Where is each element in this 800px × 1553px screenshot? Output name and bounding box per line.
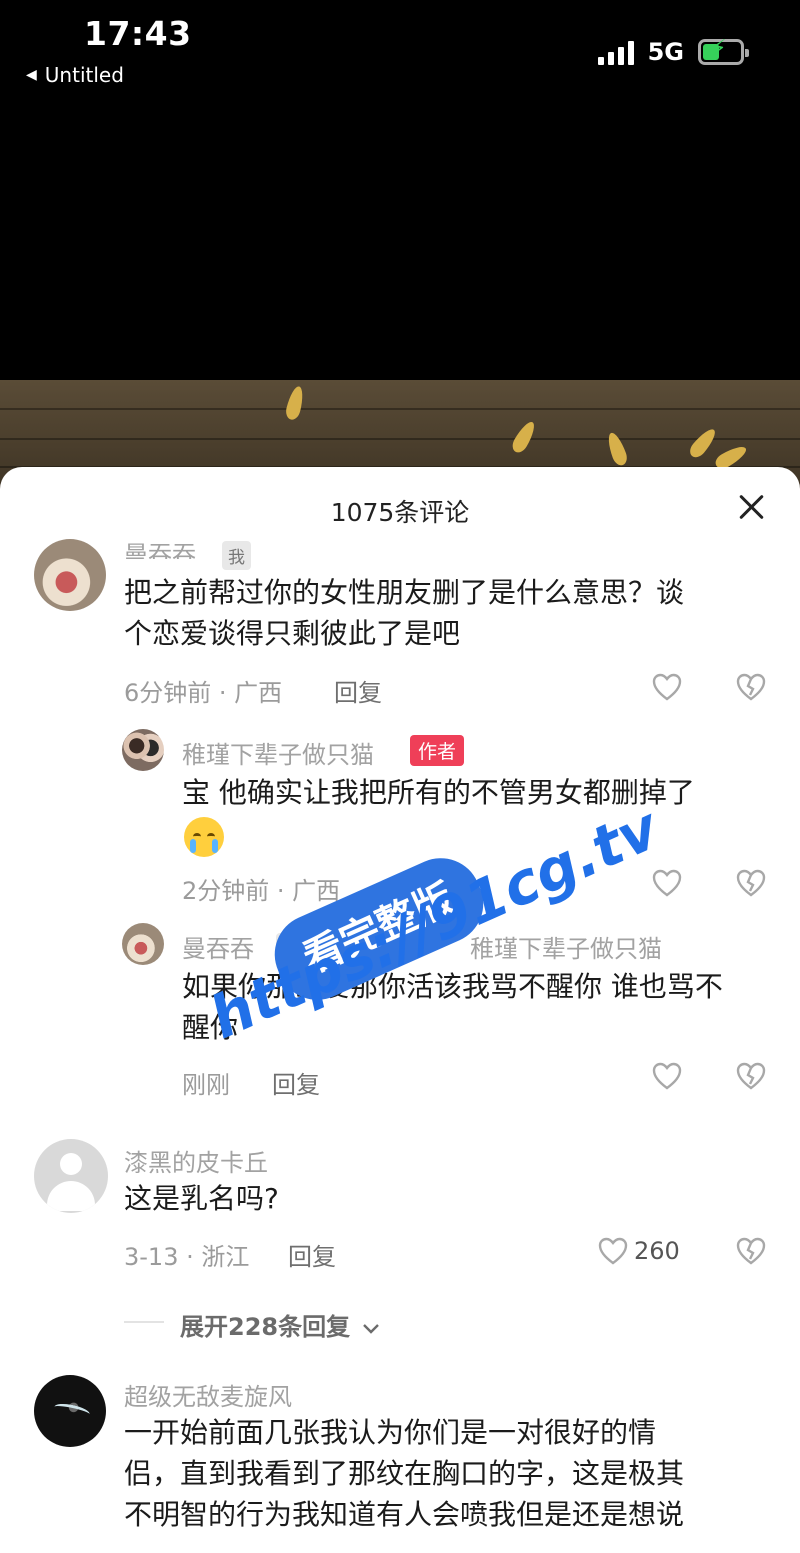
comment-count-title: 1075条评论 bbox=[330, 498, 470, 527]
comment-meta: 刚刚 bbox=[182, 1071, 230, 1099]
avatar[interactable] bbox=[34, 1375, 106, 1447]
crying-emoji-icon bbox=[184, 817, 224, 857]
avatar[interactable] bbox=[34, 539, 106, 611]
heart-icon[interactable] bbox=[652, 673, 682, 701]
comment-meta: 3-13 · 浙江 bbox=[124, 1243, 250, 1271]
comment-text: 侣，直到我看到了那纹在胸口的字，这是极其 bbox=[124, 1457, 685, 1490]
expand-divider bbox=[124, 1321, 164, 1323]
comment-text: 把之前帮过你的女性朋友删了是什么意思？谈 bbox=[124, 576, 685, 609]
avatar[interactable] bbox=[34, 1139, 108, 1213]
status-indicators: 5G ⚡ bbox=[597, 38, 749, 66]
comment-text: 这是乳名吗? bbox=[124, 1182, 279, 1215]
chevron-down-icon bbox=[363, 1324, 380, 1334]
screen: 17:43 ◀ Untitled 5G ⚡ 1075条评论 曼吞吞 我 把之前帮 bbox=[0, 0, 800, 1553]
avatar[interactable] bbox=[122, 923, 164, 965]
network-label: 5G bbox=[647, 38, 684, 66]
reply-to-username[interactable]: 稚瑾下辈子做只猫 bbox=[470, 929, 662, 964]
like-count: 260 bbox=[634, 1237, 680, 1265]
avatar[interactable] bbox=[122, 729, 164, 771]
reply-button[interactable]: 回复 bbox=[288, 1237, 336, 1272]
reply-button[interactable]: 回复 bbox=[272, 1065, 320, 1100]
dislike-icon[interactable] bbox=[736, 1237, 766, 1265]
signal-icon bbox=[597, 39, 634, 65]
comment-meta: 2分钟前 · 广西 bbox=[182, 877, 341, 905]
comment-text: 不明智的行为我知道有人会喷我但是还是想说 bbox=[124, 1498, 685, 1531]
dislike-icon[interactable] bbox=[736, 1062, 766, 1090]
battery-icon: ⚡ bbox=[698, 38, 749, 65]
heart-icon[interactable] bbox=[652, 1062, 682, 1090]
status-time: 17:43 bbox=[84, 14, 192, 53]
heart-icon[interactable] bbox=[598, 1237, 628, 1265]
back-app-label: Untitled bbox=[44, 63, 124, 87]
comment-text: 个恋爱谈得只剩彼此了是吧 bbox=[124, 617, 461, 650]
dislike-icon[interactable] bbox=[736, 673, 766, 701]
expand-replies-label: 展开228条回复 bbox=[180, 1313, 351, 1341]
close-icon[interactable] bbox=[738, 493, 766, 521]
comment-meta: 6分钟前 · 广西 bbox=[124, 679, 283, 707]
back-arrow-icon: ◀ bbox=[26, 67, 37, 83]
comment-username[interactable]: 超级无敌麦旋风 bbox=[124, 1377, 292, 1412]
comment-username[interactable]: 曼吞吞 bbox=[124, 535, 196, 559]
dislike-icon[interactable] bbox=[736, 869, 766, 897]
comment-text: 一开始前面几张我认为你们是一对很好的情 bbox=[124, 1416, 657, 1449]
comment-username[interactable]: 漆黑的皮卡丘 bbox=[124, 1143, 268, 1178]
comment-username[interactable]: 稚瑾下辈子做只猫 bbox=[182, 735, 374, 770]
back-to-app-button[interactable]: ◀ Untitled bbox=[26, 63, 124, 87]
comment-username[interactable]: 曼吞吞 bbox=[182, 929, 254, 964]
expand-replies-button[interactable]: 展开228条回复 bbox=[180, 1307, 380, 1342]
comment-sheet: 1075条评论 曼吞吞 我 把之前帮过你的女性朋友删了是什么意思？谈 个恋爱谈得… bbox=[0, 467, 800, 1553]
heart-icon[interactable] bbox=[652, 869, 682, 897]
author-badge: 作者 bbox=[410, 735, 465, 766]
reply-button[interactable]: 回复 bbox=[334, 673, 382, 708]
me-badge: 我 bbox=[222, 541, 251, 570]
